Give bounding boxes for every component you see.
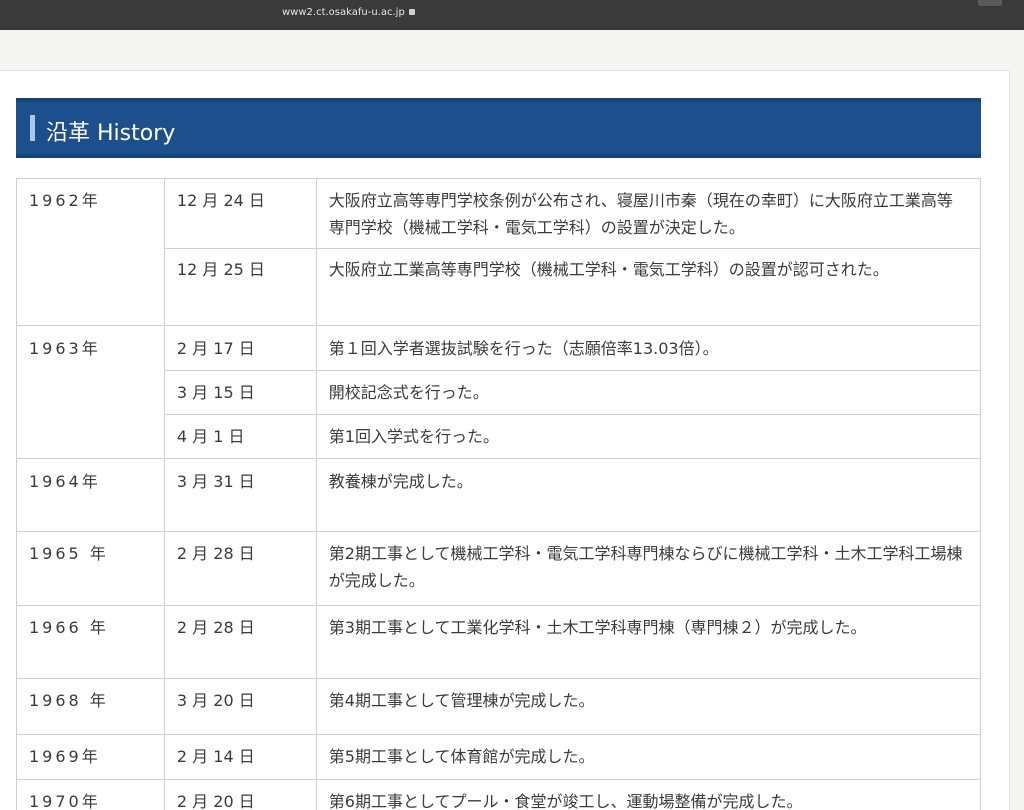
history-table: 1962年 12 月 24 日 大阪府立高等専門学校条例が公布され、寝屋川市秦（… (16, 178, 982, 810)
table-row: 1970年 2 月 20 日 第6期工事としてプール・食堂が竣工し、運動場整備が… (16, 779, 982, 810)
date-cell: 2 月 28 日 (163, 605, 317, 679)
heading-accent-bar (30, 115, 35, 141)
year-cell: 1969年 (16, 734, 165, 780)
page-title: 沿革 History (46, 121, 176, 146)
date-cell: 4 月 1 日 (163, 414, 317, 459)
table-row: 1965 年 2 月 28 日 第2期工事として機械工学科・電気工学科専門棟なら… (16, 531, 982, 606)
address-bar[interactable]: www2.ct.osakafu-u.ac.jp (282, 7, 415, 18)
date-cell: 12 月 24 日 (163, 178, 317, 249)
event-cell: 大阪府立工業高等専門学校（機械工学科・電気工学科）の設置が認可された。 (315, 248, 982, 326)
event-cell: 第１回入学者選抜試験を行った（志願倍率13.03倍）。 (315, 325, 982, 371)
tabs-button[interactable] (978, 0, 1002, 6)
section-heading: 沿革 History (16, 98, 981, 158)
url-text: www2.ct.osakafu-u.ac.jp (282, 7, 405, 18)
year-cell: 1968 年 (16, 678, 165, 735)
event-cell: 第5期工事として体育館が完成した。 (315, 734, 982, 780)
date-cell: 12 月 25 日 (163, 248, 317, 326)
date-cell: 3 月 15 日 (163, 370, 317, 415)
browser-toolbar: www2.ct.osakafu-u.ac.jp (0, 0, 1024, 30)
year-cell: 1965 年 (16, 531, 165, 606)
year-cell: 1964年 (16, 458, 165, 532)
year-cell: 1966 年 (16, 605, 165, 679)
table-row: 1966 年 2 月 28 日 第3期工事として工業化学科・土木工学科専門棟（専… (16, 605, 982, 679)
year-cell: 1962年 (16, 178, 165, 326)
date-cell: 2 月 14 日 (163, 734, 317, 780)
date-cell: 3 月 20 日 (163, 678, 317, 735)
event-cell: 第1回入学式を行った。 (315, 414, 982, 459)
event-cell: 教養棟が完成した。 (315, 458, 982, 532)
event-cell: 第3期工事として工業化学科・土木工学科専門棟（専門棟２）が完成した。 (315, 605, 982, 679)
table-row: 1964年 3 月 31 日 教養棟が完成した。 (16, 458, 982, 532)
table-row: 1962年 12 月 24 日 大阪府立高等専門学校条例が公布され、寝屋川市秦（… (16, 178, 982, 326)
table-row: 1968 年 3 月 20 日 第4期工事として管理棟が完成した。 (16, 678, 982, 735)
lock-icon (408, 9, 415, 15)
table-row: 1969年 2 月 14 日 第5期工事として体育館が完成した。 (16, 734, 982, 780)
table-row: 1963年 2 月 17 日 第１回入学者選抜試験を行った（志願倍率13.03倍… (16, 325, 982, 459)
date-cell: 2 月 28 日 (163, 531, 317, 606)
date-cell: 3 月 31 日 (163, 458, 317, 532)
date-cell: 2 月 20 日 (163, 779, 317, 810)
event-cell: 第6期工事としてプール・食堂が竣工し、運動場整備が完成した。 (315, 779, 982, 810)
event-cell: 第2期工事として機械工学科・電気工学科専門棟ならびに機械工学科・土木工学科工場棟… (315, 531, 982, 606)
event-cell: 開校記念式を行った。 (315, 370, 982, 415)
year-cell: 1963年 (16, 325, 165, 459)
year-cell: 1970年 (16, 779, 165, 810)
event-cell: 第4期工事として管理棟が完成した。 (315, 678, 982, 735)
date-cell: 2 月 17 日 (163, 325, 317, 371)
event-cell: 大阪府立高等専門学校条例が公布され、寝屋川市秦（現在の幸町）に大阪府立工業高等専… (315, 178, 982, 249)
